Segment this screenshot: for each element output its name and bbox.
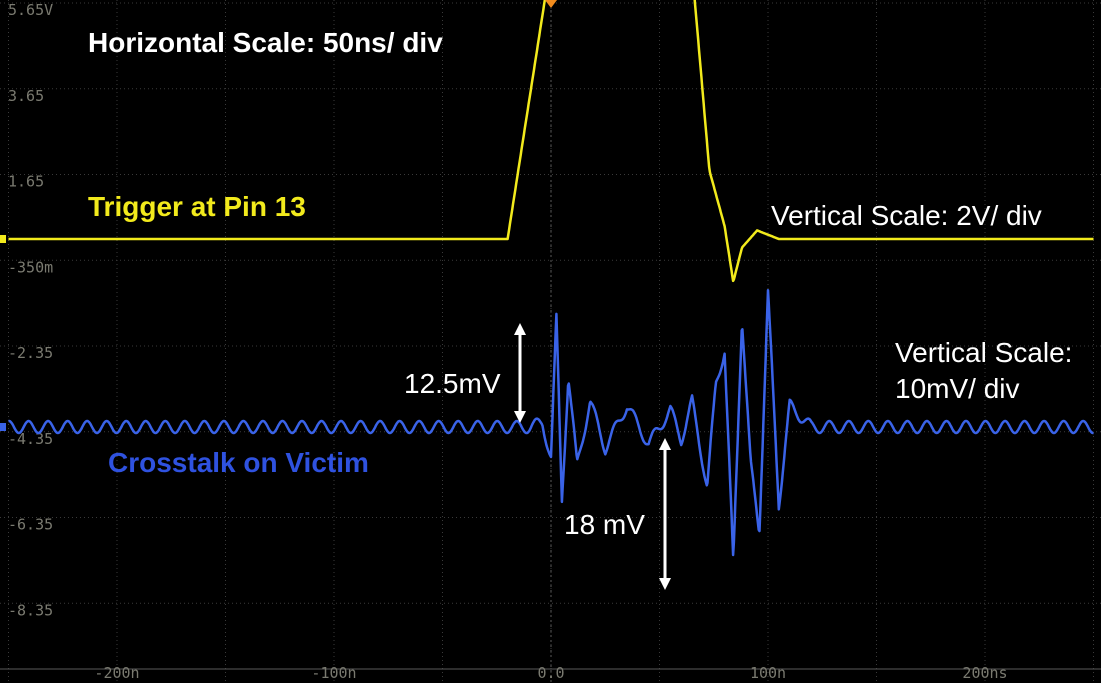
y-tick-label: -8.35 <box>8 601 53 619</box>
y-tick-label: 5.65V <box>8 1 53 19</box>
y-tick-label: -350m <box>8 258 53 276</box>
x-tick-label: -200n <box>94 664 139 682</box>
trigger-channel-label: Trigger at Pin 13 <box>88 191 306 222</box>
ch1-ground-marker[interactable] <box>0 235 6 243</box>
y-tick-label: -2.35 <box>8 344 53 362</box>
crosstalk-channel-label: Crosstalk on Victim <box>108 447 369 478</box>
horizontal-scale-label: Horizontal Scale: 50ns/ div <box>88 27 443 58</box>
y-tick-label: 1.65 <box>8 173 44 191</box>
y-tick-label: -4.35 <box>8 430 53 448</box>
x-tick-label: 100n <box>750 664 786 682</box>
ch2-vertical-scale-label-line2: 10mV/ div <box>895 373 1020 404</box>
y-tick-label: 3.65 <box>8 87 44 105</box>
y-tick-label: -6.35 <box>8 516 53 534</box>
x-tick-label: 200ns <box>962 664 1007 682</box>
ch2-vertical-scale-label-line1: Vertical Scale: <box>895 337 1073 368</box>
ch1-vertical-scale-label: Vertical Scale: 2V/ div <box>771 200 1042 231</box>
peak-to-peak-measurement-label: 18 mV <box>564 509 645 540</box>
x-tick-label: 0.0 <box>537 664 564 682</box>
x-tick-label: -100n <box>311 664 356 682</box>
ch2-ground-marker[interactable] <box>0 423 6 431</box>
peak-measurement-label: 12.5mV <box>404 368 501 399</box>
